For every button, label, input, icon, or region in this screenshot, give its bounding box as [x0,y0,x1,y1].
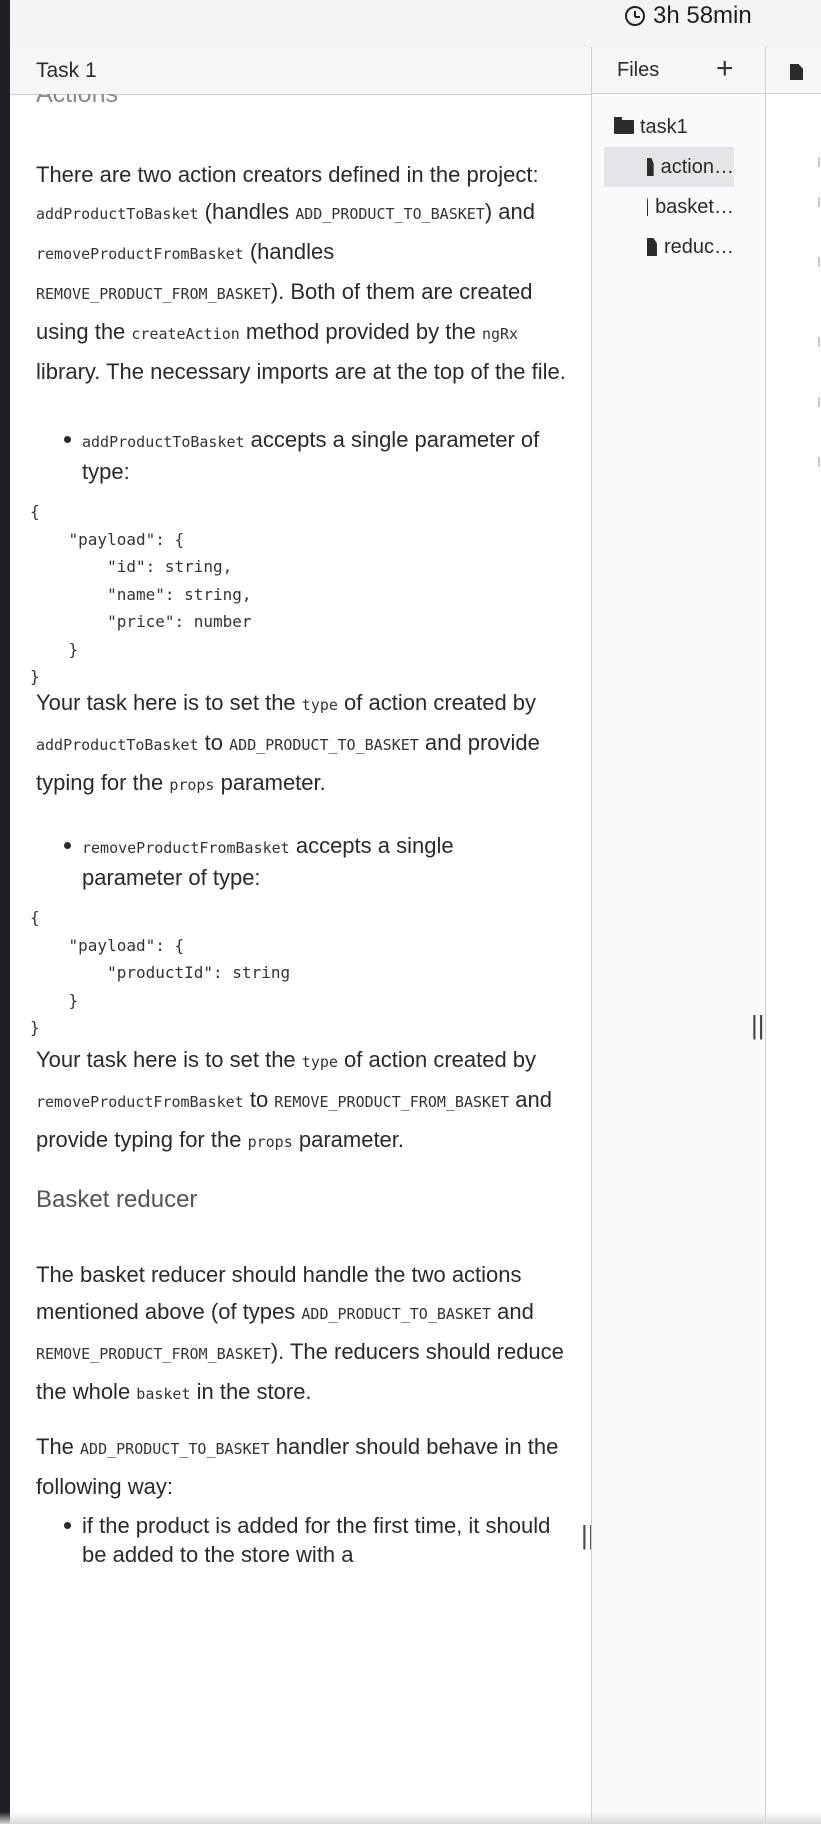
editor-line-mark [818,457,820,467]
inline-code: removeProductFromBasket [82,839,290,857]
file-icon [647,158,654,176]
files-title: Files [617,59,660,81]
inline-code: ADD_PRODUCT_TO_BASKET [80,1440,270,1458]
list-item: removeProductFromBasket accepts a single… [56,831,556,892]
file-tree: task1 action… basket… reduc… [592,107,765,267]
inline-code: basket [136,1385,191,1403]
editor-line-mark [818,397,820,407]
file-item-reducer[interactable]: reduc… [604,227,734,267]
subheading-basket-reducer: Basket reducer [36,1186,198,1213]
task-description[interactable]: Actions There are two action creators de… [10,94,591,1824]
timer: 3h 58min [625,0,752,32]
inline-code: addProductToBasket [82,433,245,451]
editor-line-mark [818,197,820,207]
file-item-basket[interactable]: basket… [604,187,734,227]
inline-code: ADD_PRODUCT_TO_BASKET [295,205,485,223]
editor-line-mark [818,157,820,167]
inline-code: addProductToBasket [36,205,199,223]
add-file-button[interactable]: + [716,52,734,86]
inline-code: REMOVE_PRODUCT_FROM_BASKET [274,1093,510,1111]
file-icon [647,238,657,256]
file-label: reduc… [663,235,734,258]
intro-paragraph: There are two action creators defined in… [36,162,566,384]
inline-code: REMOVE_PRODUCT_FROM_BASKET [36,1345,271,1363]
editor-line-mark [818,257,820,267]
inline-code: createAction [131,325,240,343]
timer-value: 3h 58min [653,2,752,29]
paragraph-add-task: Your task here is to set the type of act… [36,690,540,795]
inline-code: addProductToBasket [36,736,199,754]
inline-code: removeProductFromBasket [36,1093,244,1111]
file-icon [647,198,649,216]
code-block-remove-payload: { "payload": { "productId": string } } [30,908,291,1037]
clock-icon [625,6,645,26]
file-icon[interactable] [790,64,803,80]
left-edge-bar [0,0,10,1824]
editor-panel-partial [766,47,821,1824]
inline-code: ngRx [481,325,519,343]
resize-handle-right[interactable]: || [751,1010,765,1041]
code-block-add-payload: { "payload": { "id": string, "name": str… [30,502,252,686]
inline-code: REMOVE_PRODUCT_FROM_BASKET [36,285,271,303]
files-header: Files + [592,47,765,94]
inline-code: type [301,696,338,714]
folder-label: task1 [640,115,688,138]
inline-code: type [301,1053,338,1071]
editor-tab-bar [766,47,821,94]
folder-icon [614,117,634,134]
editor-line-mark [818,337,820,347]
folder-task1[interactable]: task1 [592,107,765,147]
inline-code: ADD_PRODUCT_TO_BASKET [229,736,419,754]
list-item: if the product is added for the first ti… [56,1511,556,1569]
inline-code: props [169,776,215,794]
list-item: addProductToBasket accepts a single para… [56,425,556,486]
inline-code: ADD_PRODUCT_TO_BASKET [301,1305,492,1323]
paragraph-remove-task: Your task here is to set the type of act… [36,1047,552,1152]
section-heading-actions: Actions [36,94,118,108]
bottom-edge [0,1812,821,1824]
top-bar: 3h 58min [10,0,821,48]
paragraph-reducer: The basket reducer should handle the two… [36,1262,564,1404]
paragraph-add-handler: The ADD_PRODUCT_TO_BASKET handler should… [36,1434,559,1499]
inline-code: props [247,1133,293,1151]
files-panel: Files + task1 action… basket… reduc… || [591,47,766,1824]
task-title: Task 1 [36,58,97,82]
inline-code: removeProductFromBasket [36,245,244,263]
file-label: basket… [655,195,734,218]
task-header: Task 1 [10,47,591,95]
file-item-actions[interactable]: action… [604,147,734,187]
file-label: action… [660,155,734,178]
